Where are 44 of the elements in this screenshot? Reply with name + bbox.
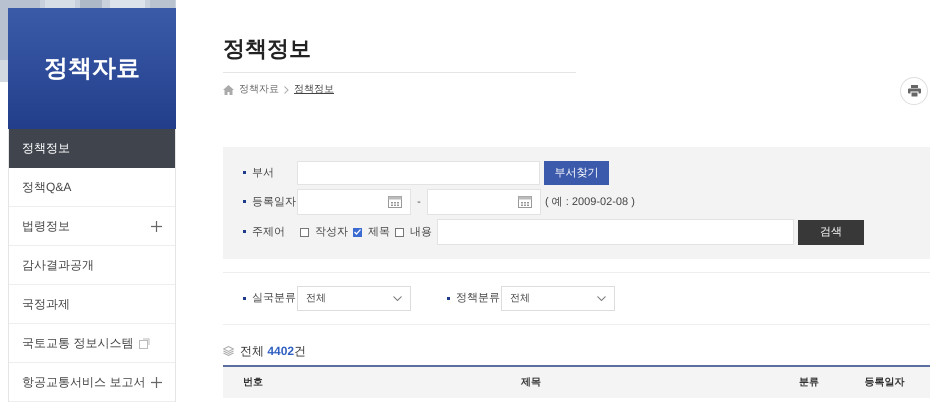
find-department-button[interactable]: 부서찾기 <box>544 161 609 185</box>
total-count: 전체 4402건 <box>240 343 306 360</box>
field-label: 등록일자 <box>243 194 297 210</box>
search-button[interactable]: 검색 <box>798 220 864 244</box>
column-header: 제목 <box>520 376 542 390</box>
field-label: 주제어 <box>243 224 300 240</box>
page-title: 정책정보 <box>223 35 312 63</box>
keyword-option[interactable]: 제목 <box>353 224 390 240</box>
chevron-down-icon <box>597 296 606 301</box>
layers-icon <box>223 346 234 356</box>
filter-label: 정책분류 <box>447 290 501 307</box>
checkbox[interactable] <box>353 228 362 236</box>
keyword-option[interactable]: 내용 <box>395 224 432 240</box>
sidebar-item[interactable]: 정책정보 <box>9 129 175 168</box>
column-header: 등록일자 <box>864 376 906 390</box>
plus-icon[interactable] <box>151 376 162 388</box>
filter-label: 실국분류 <box>243 290 297 307</box>
end-date-field[interactable] <box>427 189 541 215</box>
breadcrumb-link[interactable]: 정책자료 <box>239 82 279 97</box>
print-button[interactable] <box>900 77 928 105</box>
checkbox[interactable] <box>395 228 404 236</box>
keyword-field[interactable] <box>437 219 794 245</box>
chevron-down-icon <box>393 296 402 301</box>
calendar-icon[interactable] <box>388 196 402 208</box>
date-separator: - <box>416 194 422 210</box>
date-example: ( 예 : 2009-02-08 ) <box>545 194 635 210</box>
checkbox[interactable] <box>300 228 309 236</box>
column-header: 번호 <box>242 376 264 390</box>
external-link-icon <box>139 338 150 348</box>
keyword-option[interactable]: 작성자 <box>300 224 348 240</box>
calendar-icon[interactable] <box>518 196 532 208</box>
field-label: 부서 <box>243 164 297 182</box>
home-icon[interactable] <box>223 84 234 94</box>
plus-icon[interactable] <box>151 220 162 232</box>
chevron-right-icon <box>284 86 289 94</box>
column-header: 분류 <box>798 376 820 390</box>
sidebar-title: 정책자료 <box>44 54 140 84</box>
start-date-field[interactable] <box>297 189 411 215</box>
printer-icon <box>908 85 920 97</box>
breadcrumb-link[interactable]: 정책정보 <box>294 82 334 97</box>
filter-select[interactable]: 전체 <box>501 286 615 311</box>
department-field[interactable] <box>297 161 540 185</box>
check-icon <box>354 229 361 235</box>
filter-select[interactable]: 전체 <box>297 286 411 311</box>
